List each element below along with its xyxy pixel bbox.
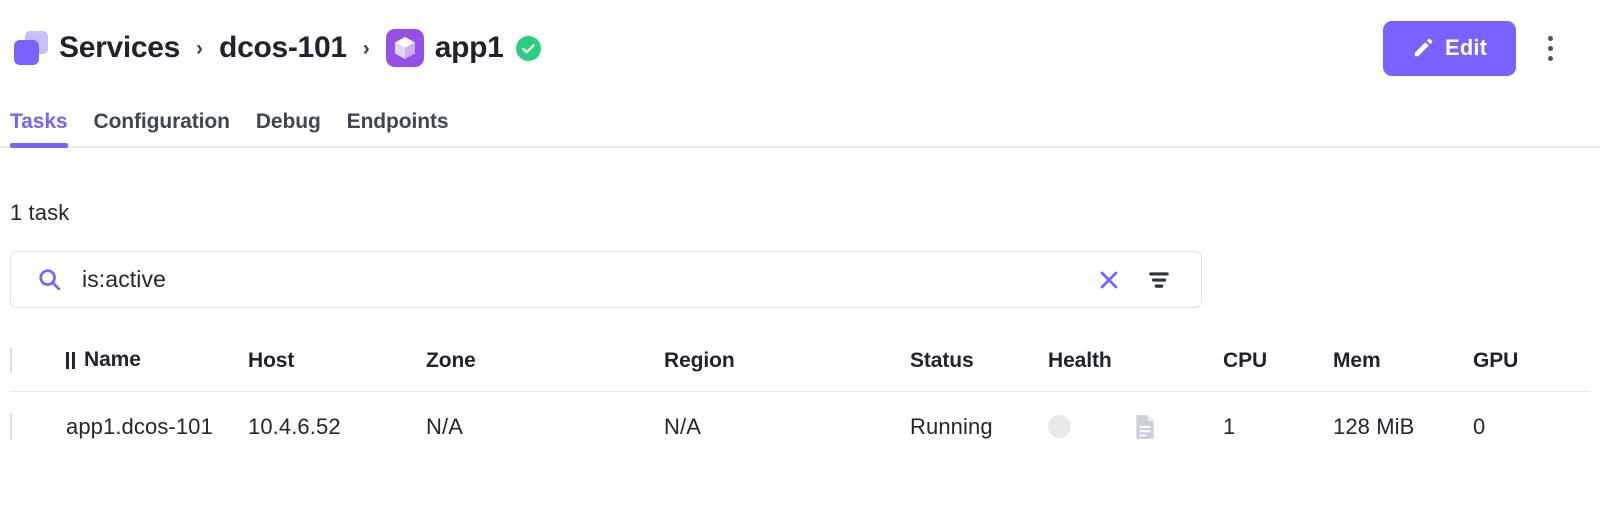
column-header-health[interactable]: Health bbox=[1048, 348, 1223, 391]
search-icon bbox=[37, 267, 62, 292]
column-header-gpu[interactable]: GPU bbox=[1473, 348, 1590, 391]
close-x-icon[interactable] bbox=[1089, 260, 1129, 300]
header-actions: Edit bbox=[1383, 20, 1572, 76]
cell-status: Running bbox=[910, 413, 993, 439]
page-header: Services › dcos-101 › app1 Edit bbox=[0, 0, 1600, 96]
table-header-row: Name Host Zone Region Status Health CPU … bbox=[10, 348, 1590, 391]
check-circle-icon bbox=[515, 35, 541, 61]
breadcrumb-item-dcos-101[interactable]: dcos-101 bbox=[219, 31, 347, 65]
services-stack-icon bbox=[14, 31, 48, 65]
file-document-icon[interactable] bbox=[1134, 414, 1156, 440]
edit-button-label: Edit bbox=[1445, 35, 1487, 60]
breadcrumb-item-app1[interactable]: app1 bbox=[385, 29, 504, 67]
breadcrumb-item-services[interactable]: Services bbox=[14, 31, 180, 65]
select-all-header bbox=[10, 348, 66, 391]
search-row: is:active bbox=[10, 251, 1590, 308]
sort-handle-icon bbox=[66, 351, 75, 369]
column-header-name-label: Name bbox=[84, 348, 141, 371]
breadcrumb: Services › dcos-101 › app1 bbox=[14, 29, 1383, 67]
column-header-zone[interactable]: Zone bbox=[426, 348, 664, 391]
tab-configuration[interactable]: Configuration bbox=[81, 110, 243, 146]
edit-button[interactable]: Edit bbox=[1383, 20, 1516, 76]
filter-icon[interactable] bbox=[1139, 260, 1179, 300]
column-header-mem[interactable]: Mem bbox=[1333, 348, 1473, 391]
tab-debug[interactable]: Debug bbox=[243, 110, 334, 146]
tab-tasks[interactable]: Tasks bbox=[10, 110, 81, 148]
service-detail-page: Services › dcos-101 › app1 Edit Tasks Co… bbox=[0, 0, 1600, 529]
task-count-label: 1 task bbox=[10, 200, 70, 225]
column-header-status[interactable]: Status bbox=[910, 348, 1048, 391]
cell-name[interactable]: app1.dcos-101 bbox=[66, 391, 248, 458]
breadcrumb-separator: › bbox=[362, 36, 370, 60]
column-header-region[interactable]: Region bbox=[664, 348, 910, 391]
cell-zone: N/A bbox=[426, 413, 463, 439]
row-select-cell bbox=[10, 391, 66, 458]
tasks-table: Name Host Zone Region Status Health CPU … bbox=[10, 348, 1590, 458]
health-dot-icon bbox=[1048, 415, 1071, 438]
tab-endpoints[interactable]: Endpoints bbox=[334, 110, 462, 146]
breadcrumb-label-services: Services bbox=[59, 31, 181, 64]
kebab-menu-icon[interactable] bbox=[1528, 23, 1572, 73]
cell-cpu: 1 bbox=[1223, 413, 1236, 439]
cell-gpu: 0 bbox=[1473, 413, 1486, 439]
breadcrumb-separator: › bbox=[196, 36, 204, 60]
breadcrumb-label-app1: app1 bbox=[434, 31, 504, 64]
row-checkbox[interactable] bbox=[10, 412, 12, 440]
cell-region: N/A bbox=[664, 413, 701, 439]
column-header-cpu[interactable]: CPU bbox=[1223, 348, 1333, 391]
column-header-host[interactable]: Host bbox=[248, 348, 426, 391]
search-input[interactable]: is:active bbox=[10, 251, 1202, 308]
breadcrumb-label-dcos-101: dcos-101 bbox=[219, 31, 347, 64]
tasks-panel: 1 task is:active Name Host Zone Region S… bbox=[0, 148, 1600, 458]
pencil-icon bbox=[1412, 37, 1434, 59]
cell-host: 10.4.6.52 bbox=[248, 413, 341, 439]
column-header-name[interactable]: Name bbox=[66, 348, 248, 391]
select-all-checkbox[interactable] bbox=[10, 348, 12, 374]
app-cube-icon bbox=[385, 29, 424, 67]
cell-health bbox=[1048, 391, 1223, 458]
search-input-value: is:active bbox=[82, 266, 166, 292]
cell-mem: 128 MiB bbox=[1333, 413, 1415, 439]
tab-bar: Tasks Configuration Debug Endpoints bbox=[0, 96, 1600, 148]
table-row[interactable]: app1.dcos-101 10.4.6.52 N/A N/A Running bbox=[10, 391, 1590, 458]
